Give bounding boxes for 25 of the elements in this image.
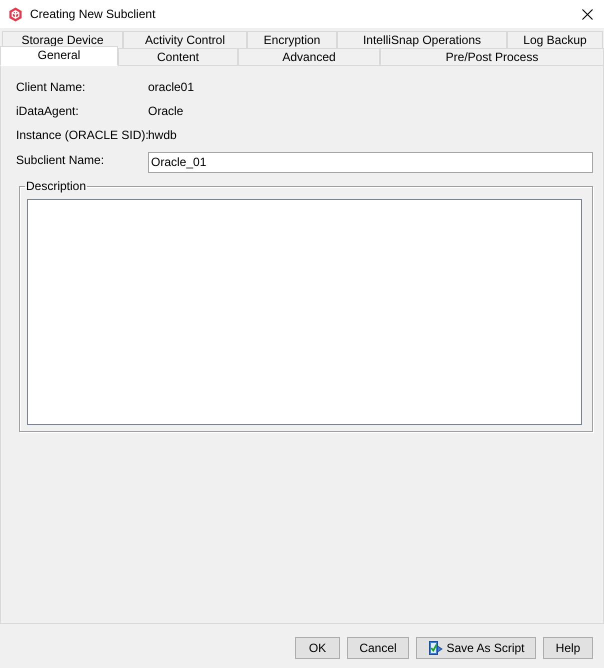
button[interactable]: Cancel [347,637,409,659]
tab[interactable]: Advanced [238,48,380,66]
app-icon [8,6,23,22]
tab[interactable]: Encryption [247,31,337,48]
field-label: Client Name: [16,80,86,94]
field-value: Oracle [148,104,184,118]
text-field[interactable]: Oracle_01 [148,152,593,172]
field-value: oracle01 [148,80,194,94]
button[interactable]: Help [543,637,593,659]
tab[interactable]: IntelliSnap Operations [337,31,507,48]
group-label: Description [25,179,88,193]
tab[interactable]: Log Backup [507,31,603,48]
tab[interactable]: Activity Control [123,31,247,48]
field-label: Instance (ORACLE SID): [16,128,149,142]
tab[interactable]: General [0,46,118,66]
tab[interactable]: Pre/Post Process [380,48,604,66]
field-value: hwdb [148,128,177,142]
button[interactable]: OK [295,637,340,659]
field-label: iDataAgent: [16,104,79,118]
save-script-button[interactable]: Save As Script [416,637,536,659]
window-title: Creating New Subclient [30,7,156,21]
tab[interactable]: Content [118,48,238,66]
field-label: Subclient Name: [16,152,104,167]
close-icon[interactable] [582,8,593,20]
script-check-icon [427,640,444,656]
